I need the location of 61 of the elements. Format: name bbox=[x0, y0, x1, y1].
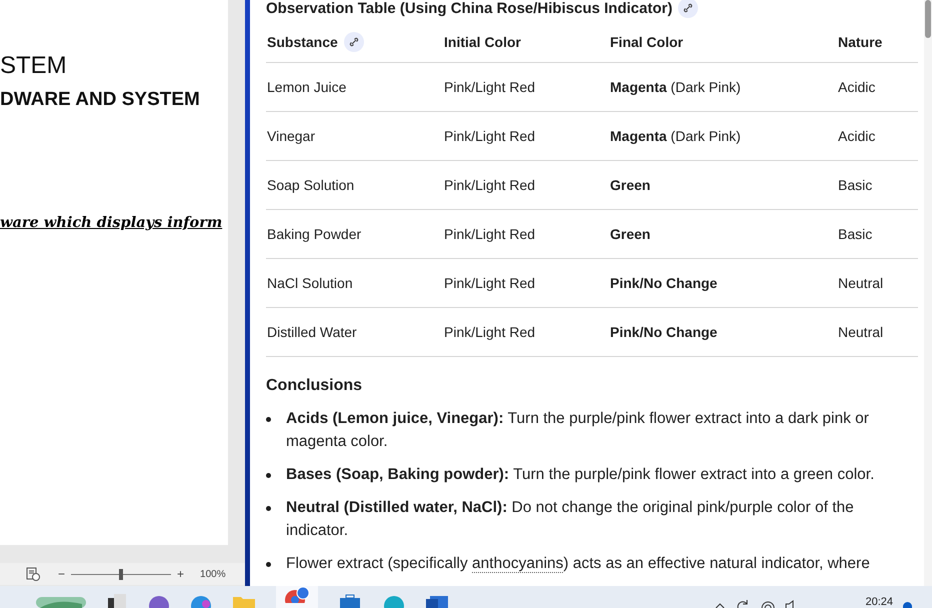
table-cell: Magenta (Dark Pink) bbox=[610, 79, 741, 95]
bullet-icon bbox=[266, 473, 271, 478]
word-icon[interactable] bbox=[426, 594, 450, 608]
landscape-widget-icon[interactable] bbox=[36, 594, 86, 608]
conclusion-text: Flower extract (specifically anthocyanins) acts as an effective natural indicator, where bbox=[286, 554, 870, 575]
bullet-icon bbox=[266, 417, 271, 422]
link-icon[interactable] bbox=[678, 0, 698, 18]
zoom-out-button[interactable]: − bbox=[58, 567, 66, 581]
bullet-icon bbox=[266, 562, 271, 567]
table-cell: Pink/No Change bbox=[610, 275, 718, 291]
table-cell: Neutral bbox=[838, 275, 884, 291]
browser-taskbar-button[interactable] bbox=[276, 586, 318, 608]
table-cell: Pink/Light Red bbox=[444, 79, 536, 95]
table-cell: Pink/No Change bbox=[610, 324, 718, 340]
zoom-in-button[interactable]: + bbox=[177, 567, 184, 581]
table-cell: Neutral bbox=[838, 324, 884, 340]
section-heading: Observation Table (Using China Rose/Hibiscus Indicator) bbox=[266, 0, 672, 16]
table-cell: Acidic bbox=[838, 79, 876, 95]
speaker-icon[interactable] bbox=[785, 600, 796, 608]
table-cell: Vinegar bbox=[267, 128, 316, 144]
document-text: ware which displays inform bbox=[0, 214, 222, 231]
zoom-slider[interactable] bbox=[71, 568, 172, 580]
clock-time[interactable]: 20:24 bbox=[865, 596, 893, 608]
table-cell: Pink/Light Red bbox=[444, 275, 536, 291]
document-heading: DWARE AND SYSTEM bbox=[0, 88, 200, 112]
table-cell: Green bbox=[610, 226, 650, 242]
table-cell: Soap Solution bbox=[267, 177, 354, 193]
zoom-slider-thumb[interactable] bbox=[119, 568, 124, 580]
conclusion-text: Neutral (Distilled water, NaCl): Do not change the original pink/purple color of the indicator. bbox=[286, 498, 855, 541]
column-header: Substance bbox=[267, 34, 338, 50]
table-cell: Distilled Water bbox=[267, 324, 357, 340]
conclusion-text: Acids (Lemon juice, Vinegar): Turn the purple/pink flower extract into a dark pink or magenta color. bbox=[286, 409, 870, 452]
table-cell: Magenta (Dark Pink) bbox=[610, 128, 741, 144]
section-heading: Conclusions bbox=[266, 377, 364, 395]
document-heading: STEM bbox=[0, 52, 67, 80]
link-icon[interactable] bbox=[344, 32, 364, 52]
table-cell: Pink/Light Red bbox=[444, 324, 536, 340]
table-cell: Pink/Light Red bbox=[444, 128, 536, 144]
table-cell: Green bbox=[610, 177, 650, 193]
app-icon[interactable] bbox=[106, 594, 128, 608]
table-cell: Baking Powder bbox=[267, 226, 362, 242]
table-cell: Pink/Light Red bbox=[444, 177, 536, 193]
scrollbar-thumb[interactable] bbox=[925, 0, 931, 38]
column-header: Initial Color bbox=[444, 34, 521, 50]
table-cell: Acidic bbox=[838, 128, 876, 144]
caret-icon[interactable] bbox=[715, 602, 726, 608]
column-header: Nature bbox=[838, 34, 882, 50]
briefcase-icon[interactable] bbox=[338, 594, 362, 608]
term-link[interactable]: anthocyanins bbox=[472, 555, 564, 573]
table-cell: Pink/Light Red bbox=[444, 226, 536, 242]
zoom-percentage[interactable]: 100% bbox=[200, 568, 226, 580]
table-cell: Basic bbox=[838, 226, 872, 242]
table-cell: NaCl Solution bbox=[267, 275, 353, 291]
table-cell: Lemon Juice bbox=[267, 79, 346, 95]
bullet-icon bbox=[266, 506, 271, 511]
network-icon[interactable] bbox=[761, 600, 776, 608]
web-layout-icon[interactable] bbox=[26, 567, 40, 581]
conclusion-text: Bases (Soap, Baking powder): Turn the purple/pink flower extract into a green color. bbox=[286, 465, 874, 485]
scrollbar[interactable] bbox=[924, 0, 932, 586]
column-header: Final Color bbox=[610, 34, 684, 50]
table-cell: Basic bbox=[838, 177, 872, 193]
